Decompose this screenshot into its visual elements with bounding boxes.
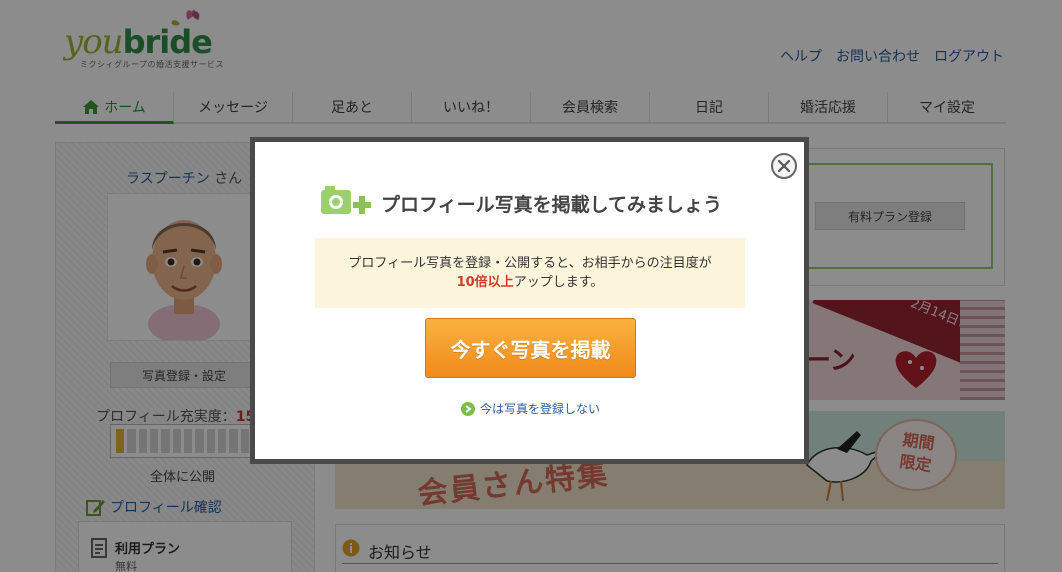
- skip-photo-label: 今は写真を登録しない: [480, 402, 601, 416]
- chevron-right-icon: [461, 401, 475, 416]
- skip-photo-link[interactable]: 今は写真を登録しない: [461, 400, 600, 417]
- photo-prompt-modal: プロフィール写真を掲載してみましょう プロフィール写真を登録・公開すると、お相手…: [250, 137, 809, 464]
- notice-highlight: 10倍以上: [456, 275, 514, 290]
- modal-notice: プロフィール写真を登録・公開すると、お相手からの注目度が 10倍以上アップします…: [315, 238, 745, 308]
- notice-line-2: 10倍以上アップします。: [456, 275, 604, 290]
- close-icon: [777, 159, 791, 173]
- camera-plus-icon: [321, 186, 371, 214]
- modal-title-text: プロフィール写真を掲載してみましょう: [381, 193, 723, 216]
- close-modal-button[interactable]: [771, 153, 797, 179]
- post-photo-now-button[interactable]: 今すぐ写真を掲載: [425, 318, 636, 378]
- modal-title: プロフィール写真を掲載してみましょう: [319, 184, 722, 222]
- notice-line-1: プロフィール写真を登録・公開すると、お相手からの注目度が: [348, 256, 712, 271]
